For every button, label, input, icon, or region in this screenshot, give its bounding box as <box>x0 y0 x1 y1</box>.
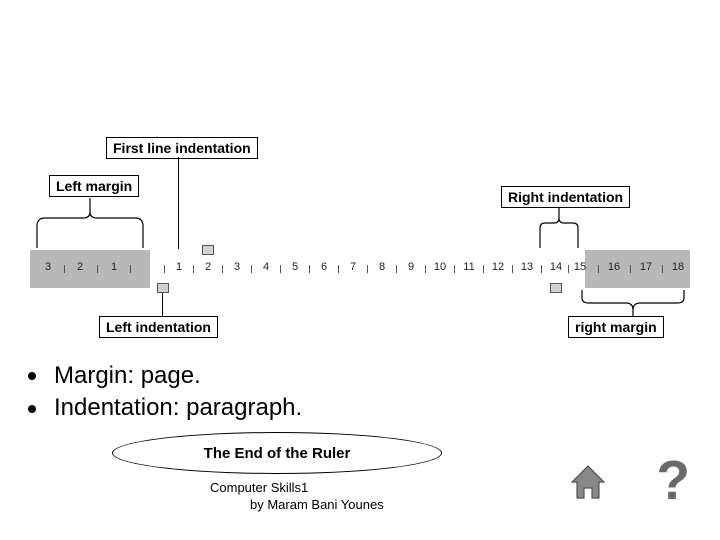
ruler-tick-4: 4 <box>263 261 269 273</box>
ruler-tick-11: 11 <box>463 261 474 273</box>
tick-minor <box>367 265 368 273</box>
tick-minor <box>396 265 397 273</box>
label-right-margin: right margin <box>568 316 664 338</box>
tick-minor <box>280 265 281 273</box>
ruler-tick-2: 2 <box>205 261 211 273</box>
bullet-icon <box>28 405 36 413</box>
bullet-list: Margin: page. Indentation: paragraph. <box>28 360 302 425</box>
tick-minor <box>568 265 569 273</box>
ruler-tick-12: 12 <box>492 261 504 273</box>
left-indent-marker[interactable] <box>157 283 169 293</box>
ruler-tick-14: 14 <box>550 261 562 273</box>
ruler-tick-neg-1: 1 <box>111 261 117 273</box>
section-title-text: The End of the Ruler <box>204 445 351 462</box>
footer-line-1: Computer Skills1 <box>210 480 384 497</box>
tick-minor <box>64 265 65 273</box>
tick-minor <box>541 265 542 273</box>
ruler-tick-16: 16 <box>608 261 620 273</box>
tick-minor <box>193 265 194 273</box>
label-left-indentation: Left indentation <box>99 316 218 338</box>
ruler-tick-neg-3: 3 <box>45 261 51 273</box>
footer-line-2: by Maram Bani Younes <box>210 497 384 514</box>
leader-first-line <box>178 157 179 249</box>
tick-minor <box>630 265 631 273</box>
ruler: 3 2 1 1 2 3 4 5 6 7 8 9 10 11 12 13 14 1… <box>30 250 690 288</box>
ruler-tick-7: 7 <box>350 261 356 273</box>
tick-minor <box>454 265 455 273</box>
tick-minor <box>97 265 98 273</box>
right-indent-marker[interactable] <box>550 283 562 293</box>
ruler-tick-6: 6 <box>321 261 327 273</box>
ruler-tick-1: 1 <box>176 261 182 273</box>
tick-minor <box>309 265 310 273</box>
tick-minor <box>512 265 513 273</box>
label-right-indentation: Right indentation <box>501 186 630 208</box>
ruler-tick-9: 9 <box>408 261 414 273</box>
home-icon <box>566 460 610 504</box>
label-left-margin: Left margin <box>49 175 139 197</box>
tick-minor <box>222 265 223 273</box>
ruler-tick-17: 17 <box>640 261 652 273</box>
ruler-tick-18: 18 <box>672 261 684 273</box>
home-button[interactable] <box>566 460 610 504</box>
tick-minor <box>483 265 484 273</box>
footer-credit: Computer Skills1 by Maram Bani Younes <box>210 480 384 514</box>
help-icon: ? <box>656 449 690 511</box>
tick-minor <box>130 265 131 273</box>
tick-minor <box>338 265 339 273</box>
bullet-text-1: Margin: page. <box>54 360 201 392</box>
ruler-tick-13: 13 <box>521 261 533 273</box>
help-button[interactable]: ? <box>656 448 690 512</box>
brace-right-margin <box>578 290 688 316</box>
brace-right-indent <box>537 208 581 248</box>
label-first-line-indentation: First line indentation <box>106 137 258 159</box>
bullet-text-2: Indentation: paragraph. <box>54 392 302 424</box>
first-line-indent-marker[interactable] <box>202 245 214 255</box>
ruler-tick-10: 10 <box>434 261 446 273</box>
ruler-tick-3: 3 <box>234 261 240 273</box>
ruler-tick-15: 15 <box>574 261 586 273</box>
tick-minor <box>251 265 252 273</box>
tick-minor <box>164 265 165 273</box>
leader-left-indent <box>162 289 163 316</box>
tick-minor <box>425 265 426 273</box>
ruler-tick-neg-2: 2 <box>77 261 83 273</box>
ruler-tick-5: 5 <box>292 261 298 273</box>
section-title-oval: The End of the Ruler <box>112 432 442 474</box>
list-item: Indentation: paragraph. <box>28 392 302 424</box>
tick-minor <box>598 265 599 273</box>
list-item: Margin: page. <box>28 360 302 392</box>
bullet-icon <box>28 372 36 380</box>
brace-left-margin <box>33 198 147 248</box>
tick-minor <box>662 265 663 273</box>
ruler-tick-8: 8 <box>379 261 385 273</box>
